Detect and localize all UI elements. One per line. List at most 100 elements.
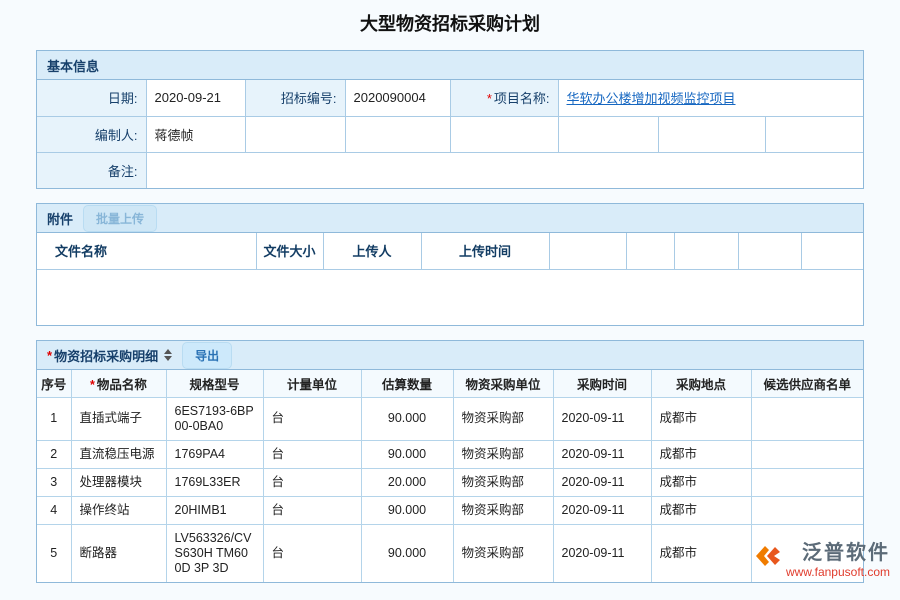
basic-info-section-header: 基本信息: [37, 51, 863, 80]
table-cell: 断路器: [71, 524, 166, 582]
date-value: 2020-09-21: [146, 80, 245, 116]
details-column-header: 候选供应商名单: [751, 370, 863, 397]
table-cell: [751, 496, 863, 524]
details-toolbar: * 物资招标采购明细 导出: [37, 341, 863, 370]
attachments-section-title: 附件: [47, 209, 73, 228]
table-cell: 物资采购部: [453, 524, 553, 582]
watermark-text: 泛普软件 www.fanpusoft.com: [786, 541, 890, 579]
table-cell: 台: [263, 397, 361, 440]
empty-cell: [245, 116, 345, 152]
table-cell: [751, 440, 863, 468]
attachments-column-header: 文件大小: [256, 233, 323, 269]
table-cell: 20HIMB1: [166, 496, 263, 524]
details-column-header: 估算数量: [361, 370, 453, 397]
compiler-value: 蒋德帧: [146, 116, 245, 152]
table-cell: 1: [37, 397, 71, 440]
empty-cell: [765, 116, 863, 152]
table-cell: 90.000: [361, 440, 453, 468]
project-name-cell: 华软办公楼增加视频监控项目: [558, 80, 863, 116]
watermark-brand: 泛普软件: [802, 541, 890, 565]
table-cell: [751, 397, 863, 440]
table-row[interactable]: 2直流稳压电源1769PA4台90.000物资采购部2020-09-11成都市: [37, 440, 863, 468]
table-cell: 处理器模块: [71, 468, 166, 496]
attachments-header-row: 文件名称 文件大小 上传人 上传时间: [37, 233, 863, 269]
project-name-link[interactable]: 华软办公楼增加视频监控项目: [567, 91, 736, 106]
table-cell: 台: [263, 524, 361, 582]
basic-info-table: 日期: 2020-09-21 招标编号: 2020090004 *项目名称: 华…: [37, 80, 863, 188]
required-mark: *: [90, 378, 95, 392]
details-column-header: 规格型号: [166, 370, 263, 397]
project-name-label-text: 项目名称:: [494, 91, 550, 106]
table-row[interactable]: 3处理器模块1769L33ER台20.000物资采购部2020-09-11成都市: [37, 468, 863, 496]
watermark-url: www.fanpusoft.com: [786, 565, 890, 579]
attachments-section: 附件 批量上传 文件名称 文件大小 上传人 上传时间: [36, 203, 864, 326]
table-cell: 成都市: [651, 524, 751, 582]
table-cell: 物资采购部: [453, 440, 553, 468]
table-row[interactable]: 4操作终站20HIMB1台90.000物资采购部2020-09-11成都市: [37, 496, 863, 524]
attachments-column-header: [738, 233, 801, 269]
details-column-header: 采购地点: [651, 370, 751, 397]
table-cell: 1769PA4: [166, 440, 263, 468]
attachments-table: 文件名称 文件大小 上传人 上传时间: [37, 233, 863, 325]
project-name-label: *项目名称:: [450, 80, 558, 116]
export-button[interactable]: 导出: [182, 342, 232, 369]
attachments-section-header: 附件 批量上传: [37, 204, 863, 233]
table-cell: 2020-09-11: [553, 440, 651, 468]
table-cell: 4: [37, 496, 71, 524]
details-column-header: *物品名称: [71, 370, 166, 397]
table-cell: 物资采购部: [453, 397, 553, 440]
compiler-label: 编制人:: [37, 116, 146, 152]
page-title: 大型物资招标采购计划: [0, 10, 900, 36]
bid-no-label: 招标编号:: [245, 80, 345, 116]
table-cell: 台: [263, 440, 361, 468]
attachments-column-header: [626, 233, 674, 269]
details-body: 1直插式端子6ES7193-6BP00-0BA0台90.000物资采购部2020…: [37, 397, 863, 582]
batch-upload-button[interactable]: 批量上传: [83, 205, 157, 232]
required-mark: *: [487, 91, 492, 106]
table-cell: 成都市: [651, 468, 751, 496]
attachments-empty-row: [37, 269, 863, 325]
date-label: 日期:: [37, 80, 146, 116]
table-row[interactable]: 1直插式端子6ES7193-6BP00-0BA0台90.000物资采购部2020…: [37, 397, 863, 440]
watermark: 泛普软件 www.fanpusoft.com: [754, 541, 890, 579]
basic-info-row-3: 备注:: [37, 152, 863, 188]
table-cell: 2: [37, 440, 71, 468]
basic-info-section: 基本信息 日期: 2020-09-21 招标编号: 2020090004 *项目…: [36, 50, 864, 189]
attachments-column-header: 文件名称: [37, 233, 256, 269]
sort-icon[interactable]: [164, 349, 172, 361]
details-section-title: 物资招标采购明细: [54, 346, 158, 365]
table-cell: 90.000: [361, 524, 453, 582]
fanpu-logo-icon: [754, 541, 782, 574]
attachments-column-header: 上传时间: [421, 233, 549, 269]
table-cell: 操作终站: [71, 496, 166, 524]
sort-down-icon: [164, 356, 172, 361]
table-cell: 成都市: [651, 496, 751, 524]
attachments-column-header: [549, 233, 626, 269]
table-cell: 20.000: [361, 468, 453, 496]
bid-no-value: 2020090004: [345, 80, 450, 116]
table-cell: 5: [37, 524, 71, 582]
table-cell: 物资采购部: [453, 468, 553, 496]
table-cell: 90.000: [361, 496, 453, 524]
details-title-wrap: * 物资招标采购明细: [47, 346, 158, 365]
table-cell: 2020-09-11: [553, 496, 651, 524]
table-cell: 直流稳压电源: [71, 440, 166, 468]
attachments-empty-area: [37, 269, 863, 325]
remark-label: 备注:: [37, 152, 146, 188]
table-cell: 台: [263, 496, 361, 524]
basic-info-row-2: 编制人: 蒋德帧: [37, 116, 863, 152]
page: 大型物资招标采购计划 基本信息 日期: 2020-09-21 招标编号: 202…: [0, 0, 900, 600]
details-header-row: 序号*物品名称规格型号计量单位估算数量物资采购单位采购时间采购地点候选供应商名单: [37, 370, 863, 397]
empty-cell: [345, 116, 450, 152]
table-row[interactable]: 5断路器LV563326/CVS630H TM600D 3P 3D台90.000…: [37, 524, 863, 582]
table-cell: 1769L33ER: [166, 468, 263, 496]
basic-info-row-1: 日期: 2020-09-21 招标编号: 2020090004 *项目名称: 华…: [37, 80, 863, 116]
details-column-header: 采购时间: [553, 370, 651, 397]
required-mark: *: [47, 348, 52, 363]
table-cell: 2020-09-11: [553, 524, 651, 582]
table-cell: 3: [37, 468, 71, 496]
attachments-column-header: 上传人: [323, 233, 421, 269]
empty-cell: [450, 116, 558, 152]
table-cell: 物资采购部: [453, 496, 553, 524]
empty-cell: [558, 116, 658, 152]
